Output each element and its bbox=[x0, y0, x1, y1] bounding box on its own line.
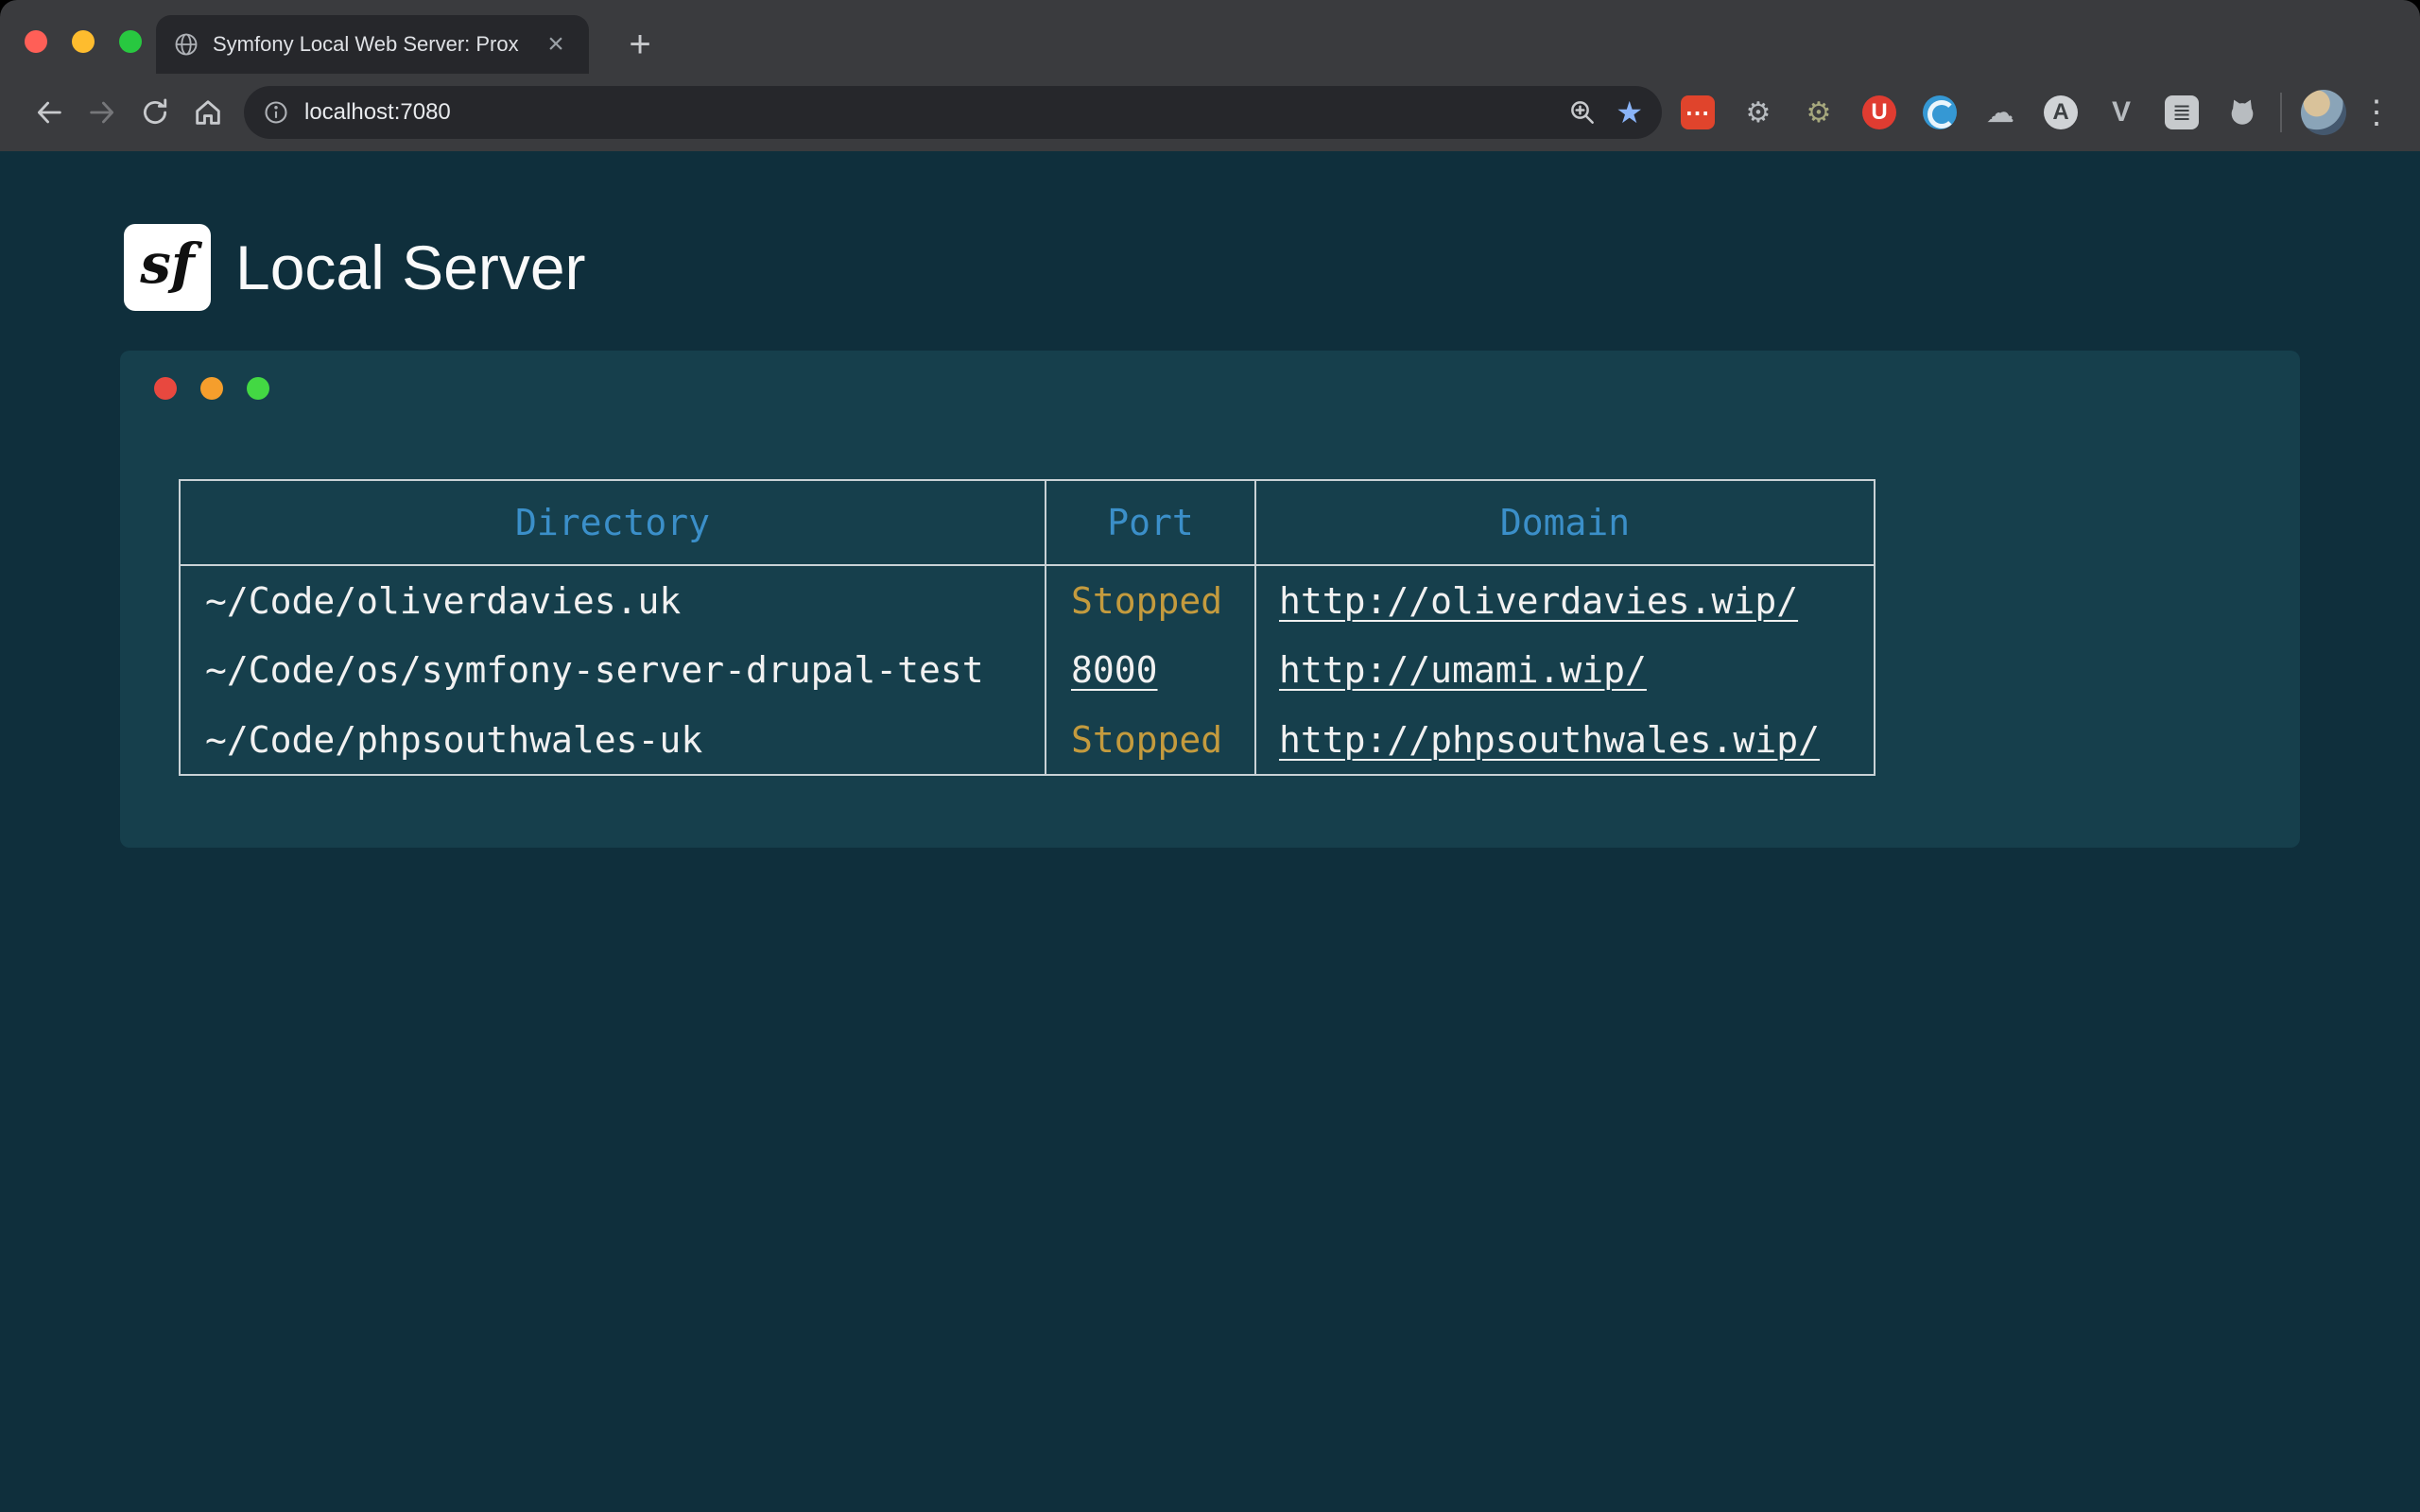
servers-table: Directory Port Domain ~/Code/oliverdavie… bbox=[179, 479, 1876, 776]
browser-window: Symfony Local Web Server: Prox × + bbox=[0, 0, 2420, 1512]
orange-dot-icon bbox=[200, 377, 223, 400]
browser-toolbar: localhost:7080 ★ ⋯ ⚙ ⚙ bbox=[0, 74, 2420, 151]
page-title: Local Server bbox=[235, 232, 586, 303]
red-dot-icon bbox=[154, 377, 177, 400]
port-cell: Stopped bbox=[1046, 565, 1255, 635]
site-info-icon[interactable] bbox=[263, 99, 289, 126]
tab-favicon-globe-icon bbox=[173, 31, 199, 58]
profile-avatar[interactable] bbox=[2301, 90, 2346, 135]
domain-cell: http://umami.wip/ bbox=[1255, 635, 1875, 705]
brand-header: sf Local Server bbox=[124, 224, 2420, 311]
column-header-port: Port bbox=[1046, 480, 1255, 565]
browser-menu-icon[interactable]: ⋮ bbox=[2356, 92, 2397, 133]
letter-a-extension-icon[interactable]: A bbox=[2042, 94, 2080, 131]
browser-tab-active[interactable]: Symfony Local Web Server: Prox × bbox=[156, 15, 589, 74]
forward-button[interactable] bbox=[76, 86, 129, 139]
tab-strip: Symfony Local Web Server: Prox × + bbox=[0, 0, 2420, 74]
table-row: ~/Code/os/symfony-server-drupal-test 800… bbox=[180, 635, 1875, 705]
window-fullscreen-button[interactable] bbox=[119, 30, 142, 53]
window-close-button[interactable] bbox=[25, 30, 47, 53]
page-content: sf Local Server Directory Port Domain bbox=[0, 151, 2420, 1512]
port-status: Stopped bbox=[1071, 580, 1222, 622]
back-icon bbox=[33, 96, 65, 129]
server-card: Directory Port Domain ~/Code/oliverdavie… bbox=[120, 351, 2300, 848]
octocat-extension-icon[interactable] bbox=[2223, 94, 2261, 131]
window-minimize-button[interactable] bbox=[72, 30, 95, 53]
port-cell: Stopped bbox=[1046, 705, 1255, 775]
directory-cell: ~/Code/os/symfony-server-drupal-test bbox=[180, 635, 1046, 705]
zoom-icon[interactable] bbox=[1568, 98, 1597, 127]
blue-circle-extension-icon[interactable] bbox=[1921, 94, 1959, 131]
terminal-dots bbox=[154, 377, 2300, 400]
forward-icon bbox=[86, 96, 118, 129]
green-dot-icon bbox=[247, 377, 269, 400]
domain-cell: http://phpsouthwales.wip/ bbox=[1255, 705, 1875, 775]
reload-button[interactable] bbox=[129, 86, 182, 139]
directory-cell: ~/Code/oliverdavies.uk bbox=[180, 565, 1046, 635]
directory-cell: ~/Code/phpsouthwales-uk bbox=[180, 705, 1046, 775]
red-grid-extension-icon[interactable]: ⋯ bbox=[1679, 94, 1717, 131]
reload-icon bbox=[139, 96, 171, 129]
table-row: ~/Code/phpsouthwales-uk Stopped http://p… bbox=[180, 705, 1875, 775]
domain-cell: http://oliverdavies.wip/ bbox=[1255, 565, 1875, 635]
bookmark-star-icon[interactable]: ★ bbox=[1616, 97, 1643, 128]
tab-close-icon[interactable]: × bbox=[540, 28, 572, 60]
table-header-row: Directory Port Domain bbox=[180, 480, 1875, 565]
port-link[interactable]: 8000 bbox=[1071, 649, 1158, 691]
extensions-bar: ⋯ ⚙ ⚙ U ☁ A V ≣ bbox=[1679, 94, 2261, 131]
ublock-extension-icon[interactable]: U bbox=[1860, 94, 1898, 131]
v-extension-icon[interactable]: V bbox=[2102, 94, 2140, 131]
new-tab-button[interactable]: + bbox=[616, 21, 664, 68]
home-icon bbox=[192, 96, 224, 129]
port-status: Stopped bbox=[1071, 719, 1222, 761]
port-cell: 8000 bbox=[1046, 635, 1255, 705]
window-controls bbox=[25, 30, 142, 53]
symfony-logo-text: sf bbox=[140, 232, 195, 296]
symfony-logo: sf bbox=[124, 224, 211, 311]
column-header-domain: Domain bbox=[1255, 480, 1875, 565]
domain-link[interactable]: http://oliverdavies.wip/ bbox=[1279, 580, 1798, 622]
home-button[interactable] bbox=[182, 86, 234, 139]
url-text[interactable]: localhost:7080 bbox=[304, 99, 451, 126]
card-extension-icon[interactable]: ≣ bbox=[2163, 94, 2201, 131]
back-button[interactable] bbox=[23, 86, 76, 139]
domain-link[interactable]: http://phpsouthwales.wip/ bbox=[1279, 719, 1820, 761]
address-bar[interactable]: localhost:7080 ★ bbox=[244, 86, 1662, 139]
column-header-directory: Directory bbox=[180, 480, 1046, 565]
toolbar-divider bbox=[2280, 93, 2282, 132]
dark-gear-extension-icon[interactable]: ⚙ bbox=[1800, 94, 1838, 131]
table-row: ~/Code/oliverdavies.uk Stopped http://ol… bbox=[180, 565, 1875, 635]
tab-title: Symfony Local Web Server: Prox bbox=[213, 32, 527, 57]
cloud-extension-icon[interactable]: ☁ bbox=[1981, 94, 2019, 131]
gear-extension-icon[interactable]: ⚙ bbox=[1739, 94, 1777, 131]
domain-link[interactable]: http://umami.wip/ bbox=[1279, 649, 1647, 691]
